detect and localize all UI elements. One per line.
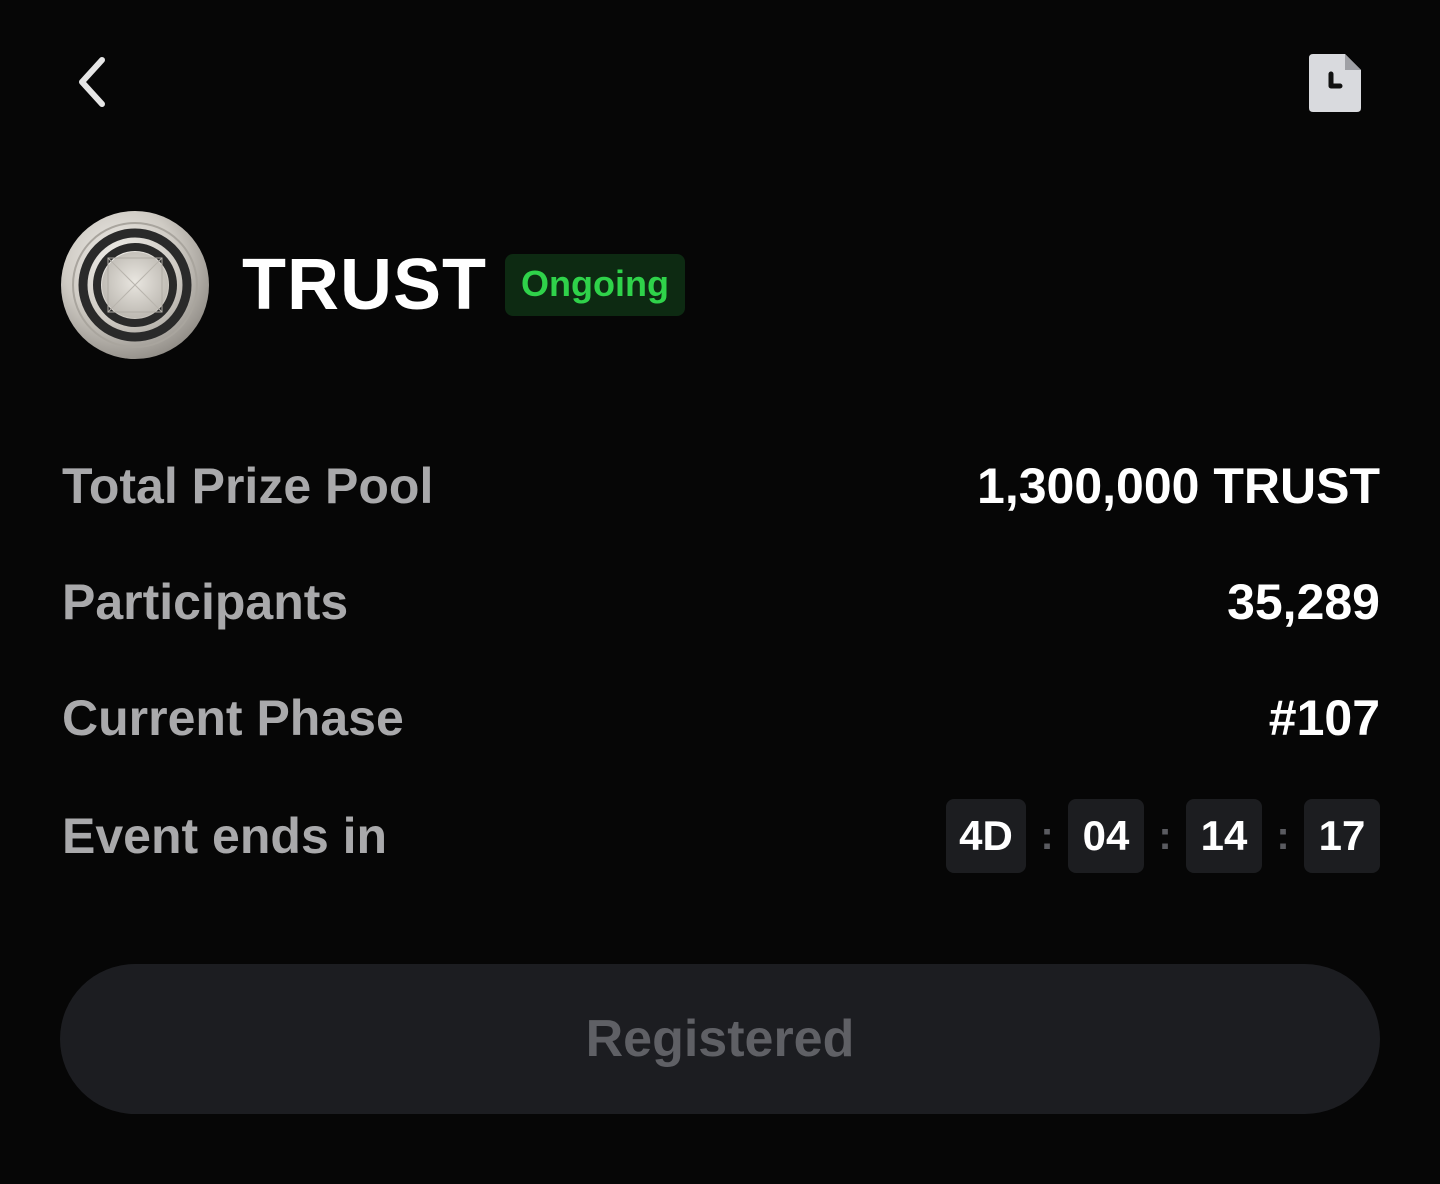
- countdown-seconds: 17: [1304, 799, 1380, 873]
- participants-row: Participants 35,289: [62, 562, 1380, 642]
- countdown-minutes: 14: [1186, 799, 1262, 873]
- history-button[interactable]: [1300, 48, 1370, 118]
- countdown-days: 4D: [946, 799, 1026, 873]
- event-ends-row: Event ends in 4D : 04 : 14 : 17: [62, 796, 1380, 876]
- prize-pool-row: Total Prize Pool 1,300,000 TRUST: [62, 446, 1380, 526]
- registered-button[interactable]: Registered: [60, 964, 1380, 1114]
- participants-label: Participants: [62, 574, 349, 630]
- participants-value: 35,289: [1227, 574, 1380, 630]
- countdown-separator: :: [1040, 813, 1054, 858]
- current-phase-label: Current Phase: [62, 690, 404, 746]
- clock-document-icon: [1309, 54, 1361, 112]
- current-phase-value: #107: [1268, 690, 1380, 746]
- token-name: TRUST: [242, 245, 487, 325]
- current-phase-row: Current Phase #107: [62, 678, 1380, 758]
- prize-pool-label: Total Prize Pool: [62, 458, 434, 514]
- registered-button-label: Registered: [585, 1010, 855, 1068]
- chevron-left-icon: [79, 57, 105, 107]
- prize-pool-value: 1,300,000 TRUST: [977, 458, 1380, 514]
- trust-coin-logo: [61, 211, 209, 359]
- token-header: TRUST Ongoing: [60, 210, 685, 360]
- countdown-timer: 4D : 04 : 14 : 17: [946, 799, 1380, 873]
- back-button[interactable]: [62, 52, 122, 112]
- countdown-separator: :: [1276, 813, 1290, 858]
- countdown-hours: 04: [1068, 799, 1144, 873]
- status-badge: Ongoing: [504, 254, 685, 316]
- event-ends-label: Event ends in: [62, 808, 388, 864]
- countdown-separator: :: [1158, 813, 1172, 858]
